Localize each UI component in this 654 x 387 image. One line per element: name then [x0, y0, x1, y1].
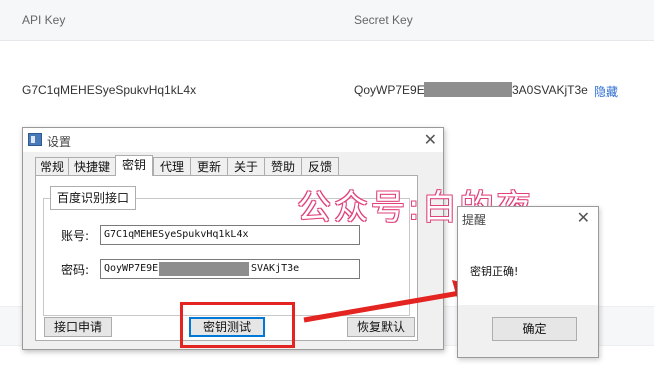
message-box: 提醒 ✕ 密钥正确! 确定 — [457, 206, 599, 358]
secret-key-suffix: 3A0SVAKjT3e — [512, 83, 588, 97]
highlight-box — [180, 302, 295, 348]
tab-shortcuts[interactable]: 快捷键 — [68, 157, 116, 175]
group-title: 百度识别接口 — [50, 186, 137, 210]
account-label: 账号: — [61, 229, 90, 243]
password-field[interactable]: QoyWP7E9E SVAKjT3e — [100, 259, 360, 279]
message-text: 密钥正确! — [470, 265, 519, 278]
settings-title: 设置 — [47, 135, 72, 149]
api-table-header: API Key Secret Key — [0, 0, 654, 41]
tab-update[interactable]: 更新 — [190, 157, 228, 175]
message-title: 提醒 — [462, 213, 487, 227]
api-key-column-header: API Key — [22, 13, 66, 27]
password-redaction — [159, 262, 249, 276]
tab-proxy[interactable]: 代理 — [153, 157, 191, 175]
secret-key-prefix: QoyWP7E9E — [354, 83, 425, 97]
secret-key-redaction — [424, 82, 512, 97]
message-footer: 确定 — [458, 305, 598, 357]
tab-keys[interactable]: 密钥 — [115, 155, 153, 176]
hide-secret-link[interactable]: 隐藏 — [594, 83, 618, 100]
api-key-value: G7C1qMEHESyeSpukvHq1kL4x — [22, 83, 197, 97]
tab-general[interactable]: 常规 — [35, 157, 69, 175]
password-suffix: SVAKjT3e — [251, 263, 300, 274]
apply-api-button[interactable]: 接口申请 — [44, 317, 112, 337]
password-prefix: QoyWP7E9E — [104, 263, 159, 274]
app-icon — [28, 133, 42, 146]
secret-key-column-header: Secret Key — [354, 13, 413, 27]
password-label: 密码: — [61, 263, 90, 277]
close-icon[interactable]: ✕ — [424, 130, 437, 149]
tab-feedback[interactable]: 反馈 — [301, 157, 339, 175]
tab-sponsor[interactable]: 赞助 — [264, 157, 302, 175]
ok-button[interactable]: 确定 — [492, 317, 577, 341]
settings-titlebar: 设置 ✕ — [23, 128, 443, 152]
close-icon[interactable]: ✕ — [577, 208, 590, 227]
tab-about[interactable]: 关于 — [227, 157, 265, 175]
